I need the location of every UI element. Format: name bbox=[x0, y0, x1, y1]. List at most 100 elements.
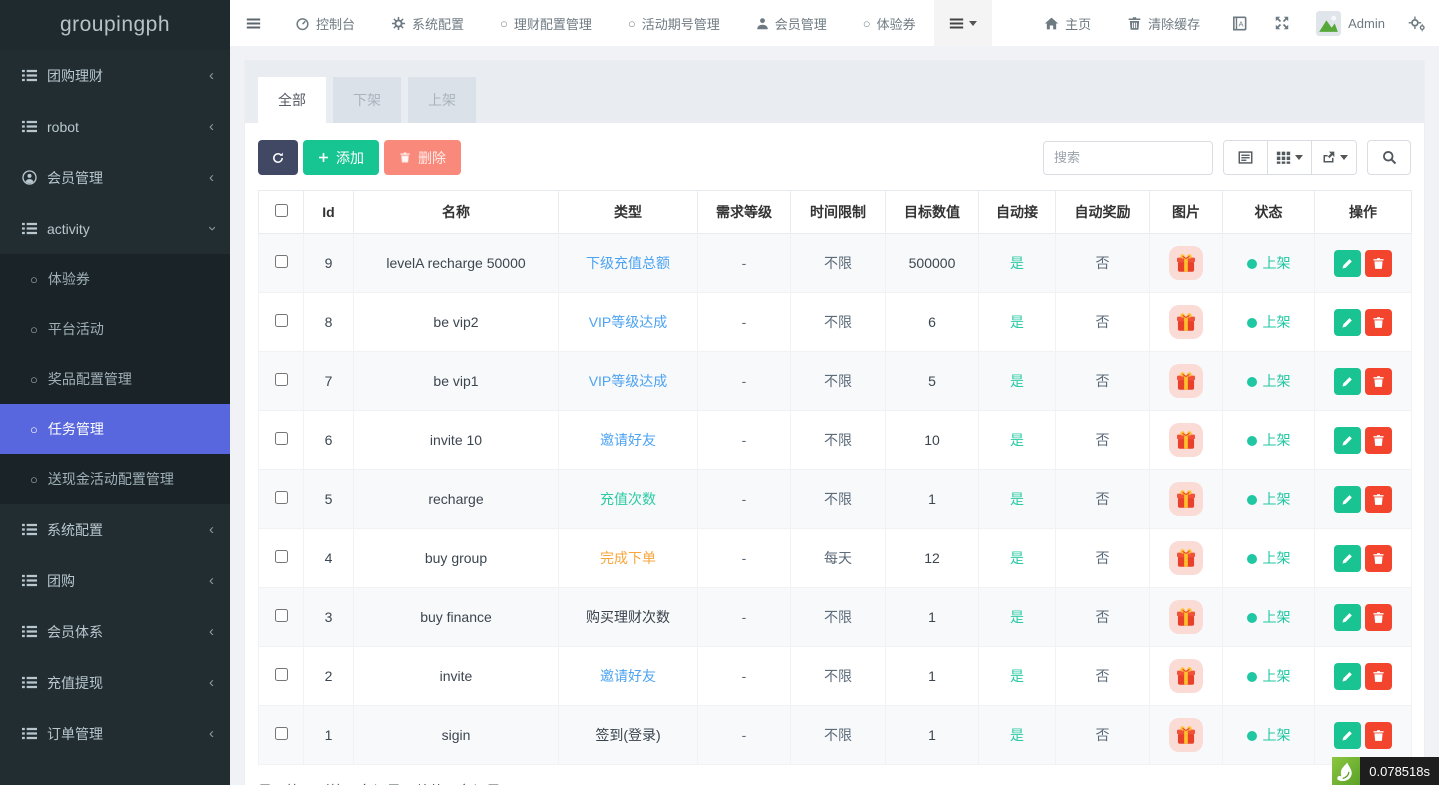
list-icon bbox=[22, 573, 37, 588]
delete-row-button[interactable] bbox=[1365, 604, 1392, 631]
cell-type-link[interactable]: VIP等级达成 bbox=[559, 293, 698, 352]
nav-home-button[interactable]: 主页 bbox=[1026, 0, 1109, 46]
edit-button[interactable] bbox=[1334, 545, 1361, 572]
sidebar-subitem-platform-activity[interactable]: ○ 平台活动 bbox=[0, 304, 230, 354]
cell-actions bbox=[1315, 470, 1412, 529]
export-button[interactable] bbox=[1312, 141, 1356, 174]
sidebar-toggle-button[interactable] bbox=[230, 0, 277, 46]
sidebar-item-robot[interactable]: robot ‹ bbox=[0, 101, 230, 152]
edit-button[interactable] bbox=[1334, 427, 1361, 454]
edit-button[interactable] bbox=[1334, 368, 1361, 395]
cell-type-link[interactable]: 邀请好友 bbox=[559, 647, 698, 706]
tab-all[interactable]: 全部 bbox=[258, 77, 326, 123]
cell-required-level: - bbox=[698, 529, 791, 588]
sidebar-item-members[interactable]: 会员管理 ‹ bbox=[0, 152, 230, 203]
nav-item-activity-period[interactable]: ○ 活动期号管理 bbox=[610, 0, 738, 46]
nav-fullscreen-button[interactable] bbox=[1261, 0, 1303, 46]
row-select-cell bbox=[259, 706, 304, 765]
sidebar-subitem-prize-config[interactable]: ○ 奖品配置管理 bbox=[0, 354, 230, 404]
chevron-left-icon: ‹ bbox=[209, 118, 214, 135]
row-select-cell bbox=[259, 470, 304, 529]
row-checkbox[interactable] bbox=[275, 373, 288, 386]
row-checkbox[interactable] bbox=[275, 668, 288, 681]
tab-offline[interactable]: 下架 bbox=[333, 77, 401, 123]
cell-image bbox=[1150, 234, 1223, 293]
toggle-search-button[interactable] bbox=[1367, 140, 1411, 175]
edit-button[interactable] bbox=[1334, 722, 1361, 749]
row-checkbox[interactable] bbox=[275, 609, 288, 622]
sidebar-item-member-system[interactable]: 会员体系 ‹ bbox=[0, 606, 230, 657]
nav-user-menu[interactable]: Admin bbox=[1303, 0, 1395, 46]
refresh-button[interactable] bbox=[258, 140, 298, 175]
nav-item-coupon[interactable]: ○ 体验券 bbox=[845, 0, 934, 46]
cell-required-level: - bbox=[698, 647, 791, 706]
sidebar-item-order-management[interactable]: 订单管理 ‹ bbox=[0, 708, 230, 759]
delete-row-button[interactable] bbox=[1365, 486, 1392, 513]
select-all-checkbox[interactable] bbox=[275, 204, 288, 217]
cell-type-link[interactable]: 完成下单 bbox=[559, 529, 698, 588]
cell-name: invite 10 bbox=[354, 411, 559, 470]
delete-row-button[interactable] bbox=[1365, 663, 1392, 690]
add-button[interactable]: 添加 bbox=[303, 140, 379, 175]
edit-button[interactable] bbox=[1334, 250, 1361, 277]
pencil-icon bbox=[1341, 611, 1354, 624]
edit-button[interactable] bbox=[1334, 604, 1361, 631]
chevron-left-icon: ‹ bbox=[209, 572, 214, 589]
cell-image bbox=[1150, 470, 1223, 529]
cell-type-link[interactable]: 充值次数 bbox=[559, 470, 698, 529]
delete-row-button[interactable] bbox=[1365, 368, 1392, 395]
sidebar-subitem-coupon[interactable]: ○ 体验券 bbox=[0, 254, 230, 304]
row-checkbox[interactable] bbox=[275, 255, 288, 268]
nav-menu-dropdown-button[interactable] bbox=[934, 0, 992, 46]
tab-online[interactable]: 上架 bbox=[408, 77, 476, 123]
status-badge: 上架 bbox=[1263, 550, 1291, 566]
nav-item-system-config[interactable]: 系统配置 bbox=[373, 0, 482, 46]
row-checkbox[interactable] bbox=[275, 491, 288, 504]
delete-row-button[interactable] bbox=[1365, 309, 1392, 336]
sidebar-item-group-buy[interactable]: 团购 ‹ bbox=[0, 555, 230, 606]
sidebar-item-system-config[interactable]: 系统配置 ‹ bbox=[0, 504, 230, 555]
delete-row-button[interactable] bbox=[1365, 722, 1392, 749]
delete-button[interactable]: 删除 bbox=[384, 140, 461, 175]
cell-type-link[interactable]: 邀请好友 bbox=[559, 411, 698, 470]
circle-icon: ○ bbox=[30, 322, 38, 337]
sidebar-item-activity[interactable]: activity ‹ bbox=[0, 203, 230, 254]
nav-item-finance-config[interactable]: ○ 理财配置管理 bbox=[482, 0, 610, 46]
cell-type-link[interactable]: 签到(登录) bbox=[559, 706, 698, 765]
cell-type-link[interactable]: 下级充值总额 bbox=[559, 234, 698, 293]
delete-row-button[interactable] bbox=[1365, 250, 1392, 277]
pencil-icon bbox=[1341, 670, 1354, 683]
row-checkbox[interactable] bbox=[275, 432, 288, 445]
cell-time-limit: 不限 bbox=[791, 352, 886, 411]
cell-name: be vip2 bbox=[354, 293, 559, 352]
delete-row-button[interactable] bbox=[1365, 427, 1392, 454]
edit-button[interactable] bbox=[1334, 486, 1361, 513]
records-summary: 显示第 1 到第 9 条记录，总共 9 条记录 bbox=[258, 781, 1411, 785]
cell-actions bbox=[1315, 293, 1412, 352]
search-input[interactable] bbox=[1043, 141, 1213, 175]
nav-settings-button[interactable] bbox=[1395, 0, 1439, 46]
activity-submenu: ○ 体验券 ○ 平台活动 ○ 奖品配置管理 ○ 任务管理 ○ 送现金活动配置管理 bbox=[0, 254, 230, 504]
cell-name: sigin bbox=[354, 706, 559, 765]
sidebar-item-recharge-withdraw[interactable]: 充值提现 ‹ bbox=[0, 657, 230, 708]
cell-type-link[interactable]: 购买理财次数 bbox=[559, 588, 698, 647]
edit-button[interactable] bbox=[1334, 663, 1361, 690]
row-checkbox[interactable] bbox=[275, 550, 288, 563]
row-checkbox[interactable] bbox=[275, 727, 288, 740]
nav-item-members[interactable]: 会员管理 bbox=[738, 0, 845, 46]
edit-button[interactable] bbox=[1334, 309, 1361, 336]
cell-type-link[interactable]: VIP等级达成 bbox=[559, 352, 698, 411]
nav-clear-cache-button[interactable]: 清除缓存 bbox=[1109, 0, 1218, 46]
nav-item-console[interactable]: 控制台 bbox=[277, 0, 373, 46]
sidebar-subitem-cash-activity-config[interactable]: ○ 送现金活动配置管理 bbox=[0, 454, 230, 504]
status-dot-icon bbox=[1247, 613, 1257, 623]
row-checkbox[interactable] bbox=[275, 314, 288, 327]
thinkphp-flame-icon bbox=[1332, 757, 1360, 785]
sidebar-subitem-task-management[interactable]: ○ 任务管理 bbox=[0, 404, 230, 454]
status-dot-icon bbox=[1247, 436, 1257, 446]
detail-view-button[interactable] bbox=[1224, 141, 1268, 174]
columns-button[interactable] bbox=[1268, 141, 1312, 174]
nav-language-button[interactable] bbox=[1218, 0, 1261, 46]
sidebar-item-group-finance[interactable]: 团购理财 ‹ bbox=[0, 50, 230, 101]
delete-row-button[interactable] bbox=[1365, 545, 1392, 572]
